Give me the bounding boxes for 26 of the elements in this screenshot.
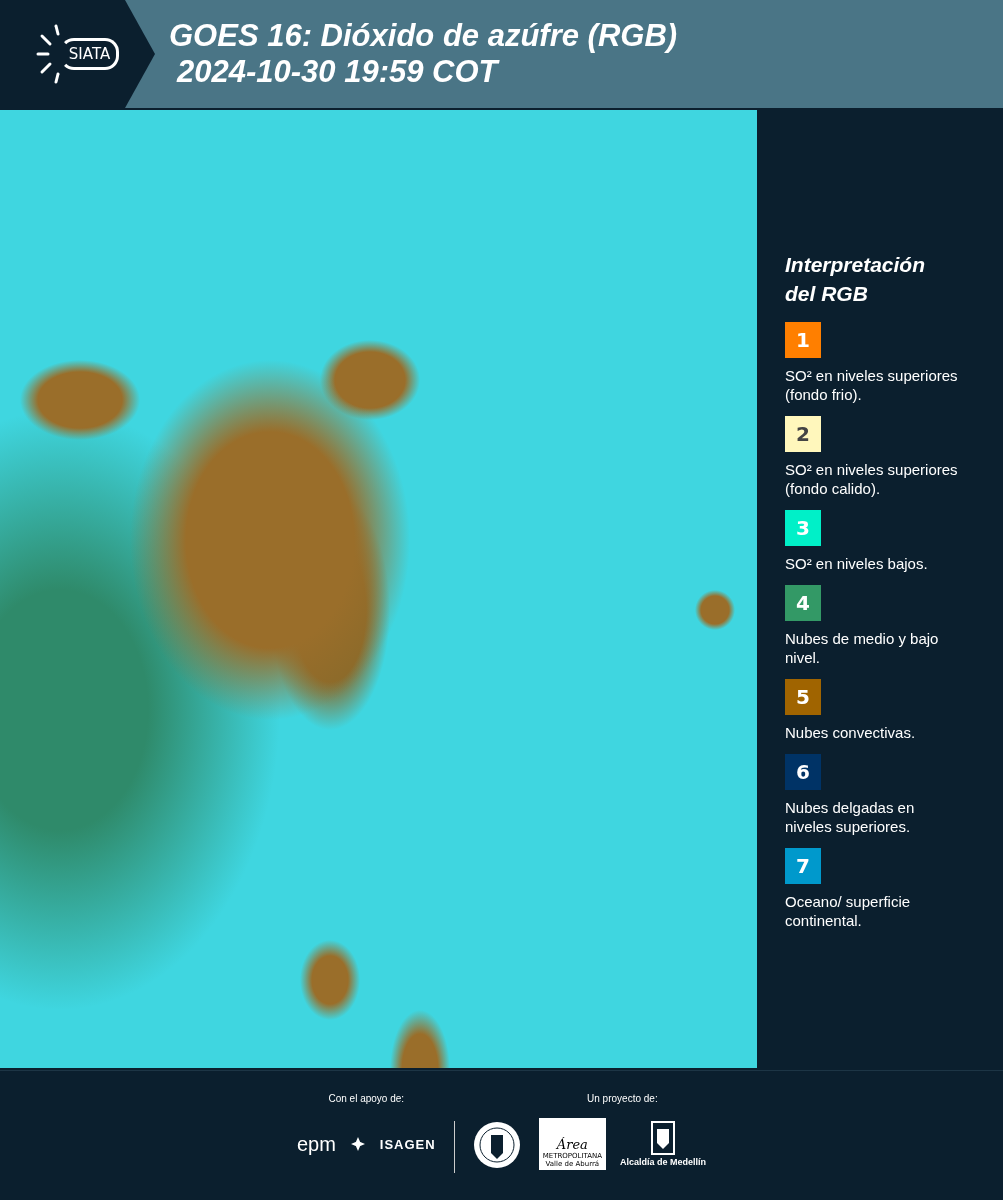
legend-title: Interpretación del RGB xyxy=(785,252,927,307)
legend-swatch: 6 xyxy=(785,754,821,790)
seal-drawing xyxy=(472,1121,521,1169)
legend-swatch: 3 xyxy=(785,510,821,546)
legend-swatch: 2 xyxy=(785,416,821,452)
timestamp: 2024-10-30 19:59 COT xyxy=(175,54,501,90)
legend-text: Nubes de medio y bajo nivel. xyxy=(785,629,940,667)
legend-swatch: 5 xyxy=(785,679,821,715)
coat-of-arms-icon xyxy=(651,1121,676,1155)
legend-text: Nubes delgadas en niveles superiores. xyxy=(785,798,916,836)
isagen-logo: ISAGEN xyxy=(379,1136,436,1152)
legend-text: SO² en niveles superiores (fondo calido). xyxy=(785,460,959,498)
legend-text: Nubes convectivas. xyxy=(785,723,917,742)
support-label: Con el apoyo de: xyxy=(328,1093,405,1104)
title: GOES 16: Dióxido de azúfre (RGB) xyxy=(169,18,678,54)
legend-swatch: 1 xyxy=(785,322,821,358)
legend-text: Oceano/ superficie continental. xyxy=(785,892,912,930)
alcaldia-logo-text: Alcaldía de Medellín xyxy=(620,1157,707,1167)
isagen-mark-icon xyxy=(349,1136,366,1152)
legend-text: SO² en niveles superiores (fondo frio). xyxy=(785,366,959,404)
epm-logo: epm xyxy=(296,1132,336,1156)
project-label: Un proyecto de: xyxy=(587,1093,658,1104)
legend-swatch: 7 xyxy=(785,848,821,884)
legend-text: SO² en niveles bajos. xyxy=(785,554,929,573)
legend-swatch: 4 xyxy=(785,585,821,621)
sun-icon xyxy=(35,24,62,84)
